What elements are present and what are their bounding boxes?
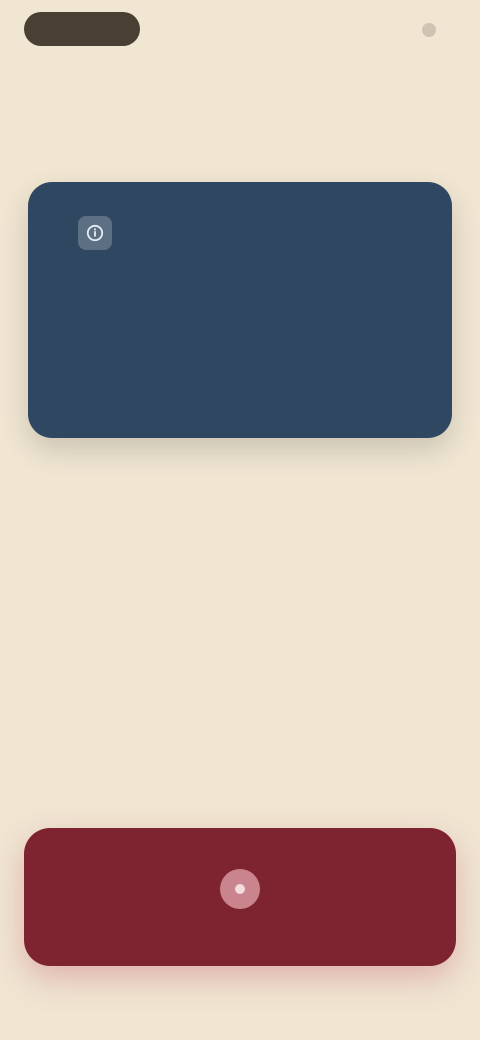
status-dot-icon [422,23,436,37]
info-card [28,182,452,438]
primary-action-button[interactable] [24,828,456,966]
app-screen [0,0,480,1040]
top-pill-button[interactable] [24,12,140,46]
top-right-status [422,20,444,40]
record-icon [220,869,260,909]
info-icon [78,216,112,250]
